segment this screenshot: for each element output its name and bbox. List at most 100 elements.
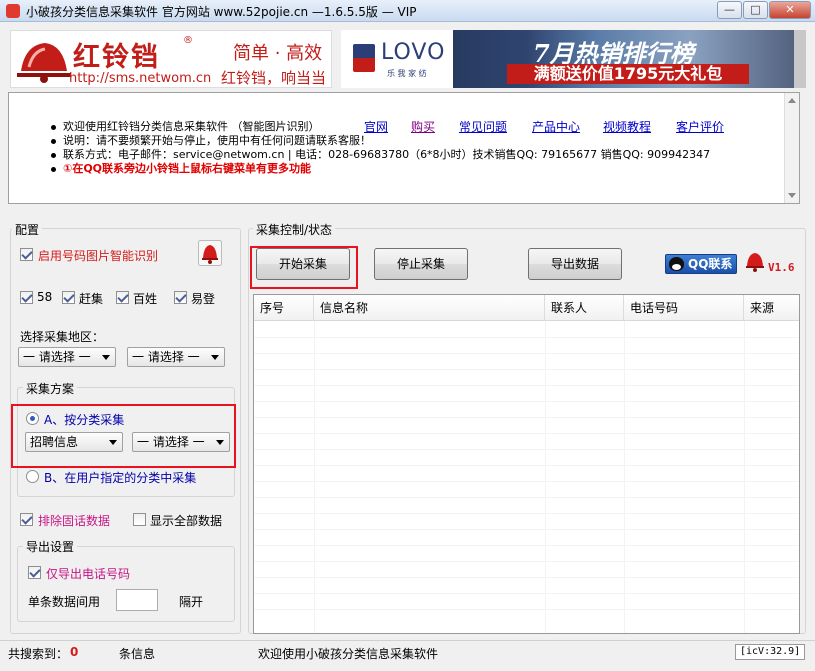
grid-line <box>545 321 546 633</box>
brand-logo[interactable]: 红铃铛 ® http://sms.netwom.cn 简单 · 高效 红铃铛，响… <box>10 30 332 88</box>
scheme-b-radio[interactable] <box>26 470 39 483</box>
version-label: V1.6 <box>768 261 795 274</box>
source-ganji-label: 赶集 <box>79 292 104 306</box>
source-58-label: 58 <box>37 290 53 304</box>
grid-line <box>254 577 799 578</box>
logo-name: 红铃铛 <box>73 42 160 73</box>
export-button[interactable]: 导出数据 <box>528 248 622 280</box>
export-phone-only-label: 仅导出电话号码 <box>46 567 131 581</box>
ad-offer: 满额送价值1795元大礼包 <box>507 64 749 84</box>
grid-line <box>254 401 799 402</box>
grid-line <box>314 321 315 633</box>
bell-icon[interactable] <box>744 250 766 272</box>
ad-scrollbar[interactable] <box>794 30 806 88</box>
stop-button[interactable]: 停止采集 <box>374 248 468 280</box>
source-yideng-checkbox[interactable] <box>174 291 187 304</box>
grid-line <box>254 545 799 546</box>
grid-line <box>254 337 799 338</box>
grid-line <box>254 561 799 562</box>
chevron-down-icon <box>211 355 219 360</box>
show-all-checkbox[interactable] <box>133 513 146 526</box>
link-faq[interactable]: 常见问题 <box>459 118 507 135</box>
scheme-b-label: B、在用户指定的分类中采集 <box>44 471 197 485</box>
minimize-button[interactable]: — <box>717 1 742 19</box>
source-yideng-label: 易登 <box>191 292 216 306</box>
grid-line <box>254 593 799 594</box>
control-title: 采集控制/状态 <box>253 221 336 238</box>
link-reviews[interactable]: 客户评价 <box>676 118 724 135</box>
banner: 红铃铛 ® http://sms.netwom.cn 简单 · 高效 红铃铛，响… <box>0 22 815 90</box>
source-ganji-checkbox[interactable] <box>62 291 75 304</box>
region-label: 选择采集地区： <box>20 330 105 344</box>
grid-line <box>254 513 799 514</box>
source-baixing-checkbox[interactable] <box>116 291 129 304</box>
export-title: 导出设置 <box>23 538 78 555</box>
column-header-source[interactable]: 来源 <box>744 295 799 321</box>
close-button[interactable]: ✕ <box>769 1 811 19</box>
window-controls: — □ ✕ <box>716 1 811 19</box>
grid-line <box>254 449 799 450</box>
qq-icon <box>669 257 684 271</box>
window-title: 小破孩分类信息采集软件 官方网站 www.52pojie.cn —1.6.5.5… <box>26 5 417 19</box>
export-phone-only-checkbox[interactable] <box>28 566 41 579</box>
scheme-title: 采集方案 <box>23 380 78 397</box>
ad-brand-panel: LOVO 乐 我 家 纺 <box>341 30 453 88</box>
interval-label: 单条数据间用 <box>28 595 101 609</box>
region-city-select[interactable]: 一 请选择 一 <box>127 347 225 367</box>
column-header-index[interactable]: 序号 <box>254 295 314 321</box>
grid-line <box>254 465 799 466</box>
status-message: 欢迎使用小破孩分类信息采集软件 <box>258 647 439 661</box>
highlight-box <box>250 246 358 289</box>
exclude-landline-checkbox[interactable] <box>20 513 33 526</box>
scroll-up-icon[interactable] <box>788 98 796 103</box>
column-header-title[interactable]: 信息名称 <box>314 295 545 321</box>
grid-line <box>744 321 745 633</box>
grid-line <box>254 497 799 498</box>
logo-slogan: 简单 · 高效 <box>233 43 323 64</box>
region-province-select[interactable]: 一 请选择 一 <box>18 347 116 367</box>
grid-line <box>254 609 799 610</box>
grid-line <box>254 433 799 434</box>
info-panel: 欢迎使用红铃铛分类信息采集软件 （智能图片识别） 说明：请不要频繁开始与停止，使… <box>8 92 800 204</box>
advertisement-banner[interactable]: LOVO 乐 我 家 纺 7月热销排行榜 满额送价值1795元大礼包 <box>341 30 806 88</box>
column-header-contact[interactable]: 联系人 <box>545 295 624 321</box>
flag-icon <box>353 44 375 72</box>
status-version: [icV:32.9] <box>735 644 806 660</box>
logo-url: http://sms.netwom.cn <box>69 71 212 86</box>
table-header: 序号 信息名称 联系人 电话号码 来源 <box>254 295 799 321</box>
separator-input[interactable] <box>116 589 158 611</box>
grid-line <box>254 417 799 418</box>
found-unit: 条信息 <box>119 647 156 661</box>
logo-registered-mark: ® <box>183 35 193 46</box>
ad-brand-subtitle: 乐 我 家 纺 <box>387 69 427 78</box>
config-title: 配置 <box>12 221 43 238</box>
link-products[interactable]: 产品中心 <box>532 118 580 135</box>
info-line: ①在QQ联系旁边小铃铛上鼠标右键菜单有更多功能 <box>51 160 311 176</box>
source-baixing-label: 百姓 <box>133 292 158 306</box>
exclude-landline-label: 排除固话数据 <box>38 514 111 528</box>
smart-recognition-label: 启用号码图片智能识别 <box>38 249 159 263</box>
info-scrollbar[interactable] <box>784 93 799 203</box>
results-table[interactable]: 序号 信息名称 联系人 电话号码 来源 <box>253 294 800 634</box>
bell-logo-icon <box>17 43 71 83</box>
grid-line <box>254 369 799 370</box>
smart-recognition-checkbox[interactable] <box>20 248 33 261</box>
grid-line <box>254 385 799 386</box>
title-bar: 小破孩分类信息采集软件 官方网站 www.52pojie.cn —1.6.5.5… <box>0 0 815 22</box>
source-58-checkbox[interactable] <box>20 291 33 304</box>
link-official-site[interactable]: 官网 <box>364 118 388 135</box>
link-purchase[interactable]: 购买 <box>411 118 435 135</box>
grid-line <box>254 529 799 530</box>
maximize-button[interactable]: □ <box>743 1 768 19</box>
bell-icon[interactable] <box>198 240 222 266</box>
column-header-phone[interactable]: 电话号码 <box>624 295 744 321</box>
scroll-down-icon[interactable] <box>788 193 796 198</box>
show-all-label: 显示全部数据 <box>150 514 223 528</box>
link-video-tutorial[interactable]: 视频教程 <box>603 118 651 135</box>
app-icon <box>6 4 20 18</box>
found-count: 0 <box>70 645 79 659</box>
found-label: 共搜索到： <box>8 647 69 661</box>
grid-line <box>624 321 625 633</box>
status-bar: 共搜索到： 0 条信息 欢迎使用小破孩分类信息采集软件 [icV:32.9] <box>0 640 815 671</box>
qq-contact-button[interactable]: QQ联系 <box>665 254 737 274</box>
